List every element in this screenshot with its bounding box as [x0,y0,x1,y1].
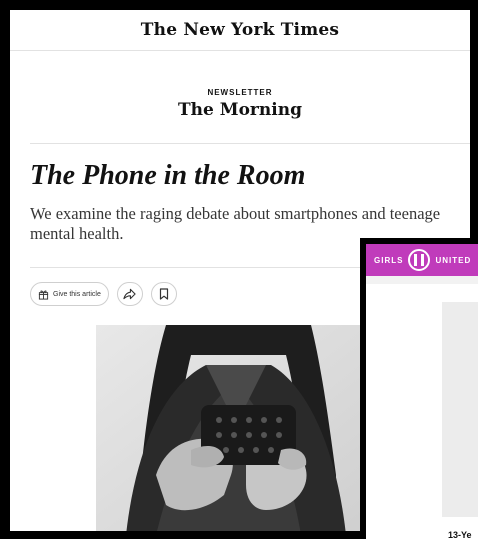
article-actions: Give this article [30,282,177,306]
newsletter-title[interactable]: The Morning [10,100,470,120]
girls-united-panel: GIRLS UNITED 13-Ye [360,238,478,539]
gift-icon [38,289,49,300]
nav-strip [366,276,478,284]
save-button[interactable] [150,282,177,306]
brand-right-text: UNITED [435,255,472,265]
site-header: The New York Times [10,10,470,51]
share-button[interactable] [116,282,143,306]
brand-left-text: GIRLS [374,255,404,265]
gift-article-label: Give this article [53,290,101,298]
girls-united-header: GIRLS UNITED [366,244,478,276]
newsletter-kicker: NEWSLETTER [207,88,273,97]
article-lead-image [96,325,366,531]
bookmark-icon [159,288,168,300]
article-card-image[interactable] [442,302,478,517]
gift-article-button[interactable]: Give this article [30,282,109,306]
girls-united-logo-icon[interactable] [406,248,432,272]
share-icon [123,288,136,300]
nyt-logo[interactable]: The New York Times [141,20,339,40]
divider [30,143,470,144]
article-headline: The Phone in the Room [30,160,306,191]
article-card-caption[interactable]: 13-Ye [448,530,472,539]
